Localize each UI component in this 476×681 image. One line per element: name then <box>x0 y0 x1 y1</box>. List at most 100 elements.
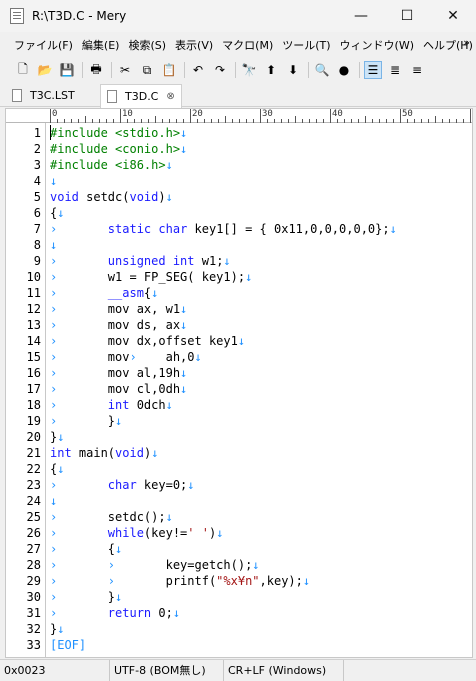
line-number: 23 <box>26 478 41 492</box>
whitespace-mark: › › <box>50 558 166 572</box>
code-line: [EOF] <box>50 637 86 653</box>
whitespace-mark: ↓ <box>187 478 195 492</box>
close-button[interactable]: ✕ <box>430 0 476 32</box>
line-number: 13 <box>26 318 41 332</box>
whitespace-mark: ↓ <box>50 238 58 252</box>
whitespace-mark: › <box>50 222 108 236</box>
paste-icon[interactable]: 📋 <box>160 61 178 79</box>
column-ruler: 0 10 20 30 40 50 <box>6 109 472 123</box>
cut-icon[interactable]: ✂ <box>116 61 134 79</box>
code-line: › mov cl,0dh↓ <box>50 381 187 397</box>
find-previous-icon[interactable]: ⬆ <box>262 61 280 79</box>
line-number: 12 <box>26 302 41 316</box>
tab-t3d-c[interactable]: T3D.C ⊗ <box>100 84 182 108</box>
menu-window[interactable]: ウィンドウ(W) <box>338 34 416 56</box>
app-icon[interactable] <box>10 8 24 24</box>
redo-icon[interactable]: ↷ <box>211 61 229 79</box>
open-folder-icon[interactable]: 📂 <box>36 61 54 79</box>
whitespace-mark: › › <box>50 574 166 588</box>
code-token: mov al,19h <box>107 366 181 380</box>
whitespace-mark: › <box>50 398 108 412</box>
new-file-icon[interactable]: 🗋 <box>14 61 32 79</box>
whitespace-mark: › <box>50 254 108 268</box>
keyword-token: unsigned <box>107 254 166 268</box>
tab-bar: T3C.LST T3D.C ⊗ <box>0 83 476 108</box>
keyword-token: void <box>50 190 79 204</box>
print-icon[interactable]: 🖶 <box>87 61 105 79</box>
tab-close-icon[interactable]: ⊗ <box>166 91 174 102</box>
ruler-tick <box>120 109 121 123</box>
code-token: } <box>107 414 116 428</box>
toolbar: 🗋 📂 💾 🖶 ✂ ⧉ 📋 ↶ ↷ 🔭 ⬆ ⬇ 🔍 ● ☰ ≣ ≡ <box>0 58 476 82</box>
menu-file[interactable]: ファイル(F) <box>12 34 75 56</box>
record-macro-icon[interactable]: ● <box>335 61 353 79</box>
line-number: 25 <box>26 510 41 524</box>
no-wrap-icon[interactable]: ☰ <box>364 61 382 79</box>
keyword-token: int <box>50 446 72 460</box>
line-number: 24 <box>26 494 41 508</box>
whitespace-mark: ↓ <box>180 382 188 396</box>
code-line: › unsigned int w1;↓ <box>50 253 231 269</box>
whitespace-mark: ↓ <box>165 158 173 172</box>
wrap-column-icon[interactable]: ≡ <box>408 61 426 79</box>
whitespace-mark: ↓ <box>389 222 397 236</box>
whitespace-mark: ↓ <box>165 190 173 204</box>
code-line: › __asm{↓ <box>50 285 158 301</box>
whitespace-mark: ↓ <box>194 350 202 364</box>
menu-edit[interactable]: 編集(E) <box>80 34 122 56</box>
whitespace-mark: ↓ <box>57 430 65 444</box>
editor[interactable]: 0 10 20 30 40 50 1 2 3 4 5 6 7 8 9 10 11 12 13 14 15 16 17 18 1… <box>5 108 473 658</box>
ruler-scale: 0 10 20 30 40 50 <box>50 109 472 123</box>
maximize-button[interactable]: ☐ <box>384 0 430 32</box>
menu-overflow-icon[interactable]: » <box>463 36 470 49</box>
code-line: › mov dx,offset key1↓ <box>50 333 245 349</box>
whitespace-mark: ↓ <box>302 574 311 588</box>
undo-icon[interactable]: ↶ <box>189 61 207 79</box>
toolbar-separator <box>308 62 309 78</box>
copy-icon[interactable]: ⧉ <box>138 61 156 79</box>
ruler-tick <box>365 116 366 123</box>
minimize-button[interactable]: — <box>338 0 384 32</box>
string-token: ' ' <box>187 526 209 540</box>
find-next-icon[interactable]: ⬇ <box>284 61 302 79</box>
status-encoding[interactable]: UTF-8 (BOM無し) <box>110 659 224 681</box>
code-line: › mov ax, w1↓ <box>50 301 187 317</box>
menu-view[interactable]: 表示(V) <box>173 34 215 56</box>
tab-t3c-lst[interactable]: T3C.LST <box>6 84 96 107</box>
whitespace-mark: ↓ <box>151 286 159 300</box>
save-icon[interactable]: 💾 <box>58 61 76 79</box>
code-token: key1[] = { 0x11,0,0,0,0,0}; <box>187 222 390 236</box>
search-files-icon[interactable]: 🔍 <box>313 61 331 79</box>
whitespace-mark: › <box>50 270 108 284</box>
code-line: #include <conio.h>↓ <box>50 141 187 157</box>
ruler-label: 0 <box>52 109 58 119</box>
whitespace-mark: › <box>50 302 108 316</box>
code-line: › char key=0;↓ <box>50 477 195 493</box>
window-controls: — ☐ ✕ <box>338 0 476 32</box>
ruler-tick <box>330 109 331 123</box>
whitespace-mark: › <box>50 350 108 364</box>
title-bar: R:\T3D.C - Mery — ☐ ✕ <box>0 0 476 32</box>
code-token: printf( <box>165 574 217 588</box>
find-icon[interactable]: 🔭 <box>240 61 258 79</box>
whitespace-mark: ↓ <box>180 318 188 332</box>
line-number: 19 <box>26 414 41 428</box>
menu-search[interactable]: 検索(S) <box>126 34 168 56</box>
menu-tools[interactable]: ツール(T) <box>280 34 332 56</box>
whitespace-mark: › <box>50 542 108 556</box>
status-line-ending[interactable]: CR+LF (Windows) <box>224 659 344 681</box>
whitespace-mark: ↓ <box>180 126 188 140</box>
code-area[interactable]: #include <stdio.h>↓ #include <conio.h>↓ #i… <box>50 123 472 657</box>
code-token: main( <box>71 446 116 460</box>
line-number: 26 <box>26 526 41 540</box>
line-number: 30 <box>26 590 41 604</box>
menu-macro[interactable]: マクロ(M) <box>220 34 275 56</box>
line-number: 27 <box>26 542 41 556</box>
line-number: 2 <box>33 142 41 156</box>
code-line: #include <stdio.h>↓ <box>50 125 187 141</box>
whitespace-mark: ↓ <box>115 590 123 604</box>
keyword-token: return <box>107 606 152 620</box>
wrap-window-icon[interactable]: ≣ <box>386 61 404 79</box>
code-token: setdc(); <box>107 510 166 524</box>
whitespace-mark: ↓ <box>180 142 188 156</box>
